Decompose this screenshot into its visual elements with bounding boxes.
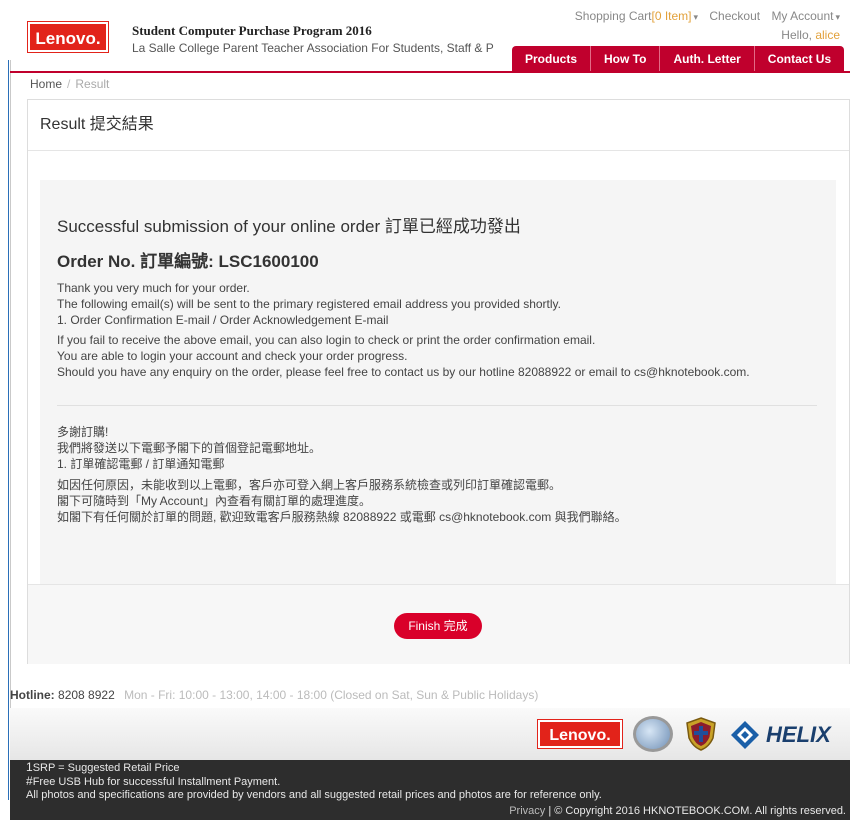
chevron-down-icon: ▾ [693,12,699,22]
srp-symbol: 1 [26,760,33,774]
program-title: Student Computer Purchase Program 2016 [132,23,372,38]
usb-symbol: # [26,774,33,788]
top-links: Shopping Cart[0 Item] ▾ Checkout My Accou… [559,9,840,23]
order-number: Order No. 訂單編號: LSC1600100 [57,252,319,271]
zh-line-email-type: 1. 訂單確認電郵 / 訂單通知電郵 [57,457,225,471]
my-account-link[interactable]: My Account ▾ [771,9,840,23]
program-subtitle: La Salle College Parent Teacher Associat… [132,41,494,55]
zh-line-thanks: 多謝訂購! [57,425,109,439]
hotline-label: Hotline: [10,688,55,702]
helix-diamond-icon [731,721,759,749]
footer-srp-note: 1SRP = Suggested Retail Price [26,761,850,775]
nav-products[interactable]: Products [512,46,592,72]
privacy-link[interactable]: Privacy [509,805,545,817]
crest-icon [686,717,716,751]
checkout-link[interactable]: Checkout [709,9,760,23]
footer-disclaimer: All photos and specifications are provid… [26,789,602,801]
english-details: Thank you very much for your order. The … [57,280,750,380]
helix-logo[interactable]: HELIX [730,718,831,752]
zh-line-login: 閣下可隨時到「My Account」內查看有關訂單的處理進度。 [57,494,372,508]
main-nav: Products How To Auth. Letter Contact Us [512,46,845,72]
en-line-login: You are able to login your account and c… [57,349,408,363]
success-message: Successful submission of your online ord… [57,217,521,236]
lenovo-logo[interactable]: Lenovo. [27,21,109,53]
panel-title: Result 提交結果 [28,100,849,151]
shopping-cart-label: Shopping Cart [574,9,652,23]
copyright-text: | © Copyright 2016 HKNOTEBOOK.COM. All r… [545,805,846,817]
srp-text: SRP = Suggested Retail Price [32,762,180,774]
zh-line-enquiry: 如閣下有任何關於訂單的問題, 歡迎致電客戶服務熱線 82088922 或電郵 c… [57,510,627,524]
chinese-details: 多謝訂購! 我們將發送以下電郵予閣下的首個登記電郵地址。 1. 訂單確認電郵 /… [57,424,627,525]
hotline-hours: Mon - Fri: 10:00 - 13:00, 14:00 - 18:00 … [124,688,539,702]
chevron-down-icon: ▾ [835,12,840,22]
zh-line-fail-receive: 如因任何原因，未能收到以上電郵，客戶亦可登入網上客戶服務系統檢查或列印訂單確認電… [57,478,562,492]
usb-text: Free USB Hub for successful Installment … [32,776,281,788]
breadcrumb-current: Result [75,77,110,91]
footer-copyright-line: Privacy | © Copyright 2016 HKNOTEBOOK.CO… [509,805,846,818]
helix-logo-text: HELIX [766,722,831,747]
hotline-bar: Hotline: 8208 8922 Mon - Fri: 10:00 - 13… [10,688,538,702]
en-line-thanks: Thank you very much for your order. [57,281,250,295]
lenovo-footer-logo[interactable]: Lenovo. [537,719,623,749]
breadcrumb-home[interactable]: Home [30,77,62,91]
result-message-box: Successful submission of your online ord… [40,180,836,584]
my-account-label: My Account [771,9,834,23]
school-emblem-icon [633,716,673,752]
header-divider [10,71,850,73]
site-footer: 1SRP = Suggested Retail Price #Free USB … [10,760,850,820]
breadcrumb: Home / Result [30,77,109,91]
nav-contact-us[interactable]: Contact Us [755,46,844,72]
hotline-number: 8208 8922 [58,688,115,702]
en-line-email-notice: The following email(s) will be sent to t… [57,297,561,311]
hello-label: Hello, [781,28,812,42]
username[interactable]: alice [815,28,840,42]
nav-auth-letter[interactable]: Auth. Letter [660,46,755,72]
site-header: Lenovo. Student Computer Purchase Progra… [0,0,850,72]
shopping-cart-link[interactable]: Shopping Cart[0 Item] ▾ [567,9,698,23]
greeting: Hello, alice [781,28,840,42]
breadcrumb-separator: / [67,77,71,91]
footer-logo-band [10,708,850,760]
footer-usb-note: #Free USB Hub for successful Installment… [26,775,850,789]
en-line-email-type: 1. Order Confirmation E-mail / Order Ack… [57,313,389,327]
panel-footer: Finish 完成 [28,584,849,664]
section-divider [57,405,817,406]
zh-line-email-notice: 我們將發送以下電郵予閣下的首個登記電郵地址。 [57,441,322,455]
nav-how-to[interactable]: How To [591,46,661,72]
result-panel: Result 提交結果 Successful submission of you… [27,99,850,664]
finish-button[interactable]: Finish 完成 [394,613,482,639]
cart-count: [0 Item] [651,9,692,23]
en-line-fail-receive: If you fail to receive the above email, … [57,333,596,347]
en-line-enquiry: Should you have any enquiry on the order… [57,365,750,379]
frame-border [8,60,9,800]
